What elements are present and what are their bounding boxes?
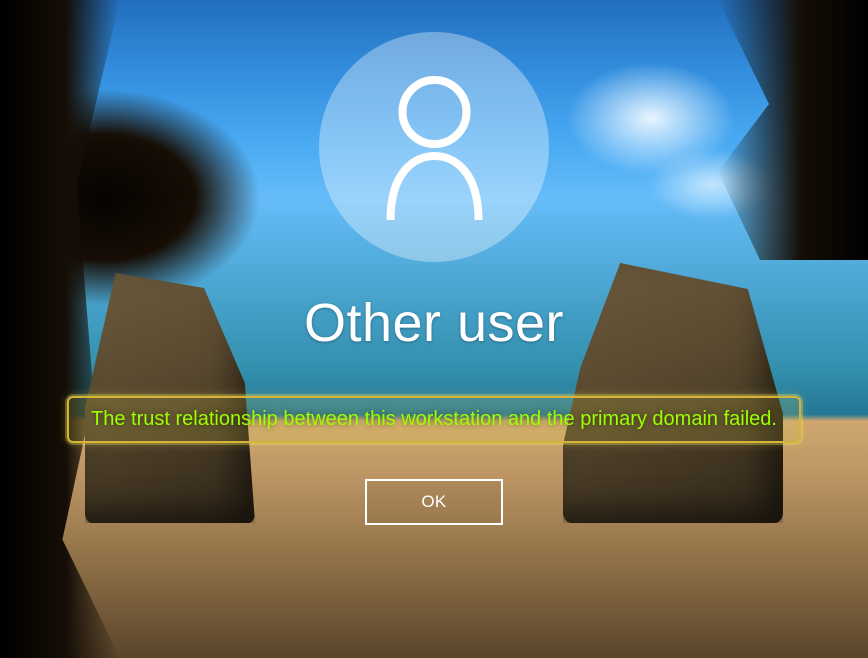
ok-button-label: OK (421, 492, 446, 512)
user-title: Other user (304, 292, 564, 354)
ok-button[interactable]: OK (365, 479, 503, 525)
error-highlight-box: The trust relationship between this work… (67, 396, 801, 443)
error-message: The trust relationship between this work… (91, 408, 777, 431)
user-avatar (319, 32, 549, 262)
login-panel: Other user The trust relationship betwee… (0, 0, 868, 658)
person-icon (372, 70, 497, 225)
